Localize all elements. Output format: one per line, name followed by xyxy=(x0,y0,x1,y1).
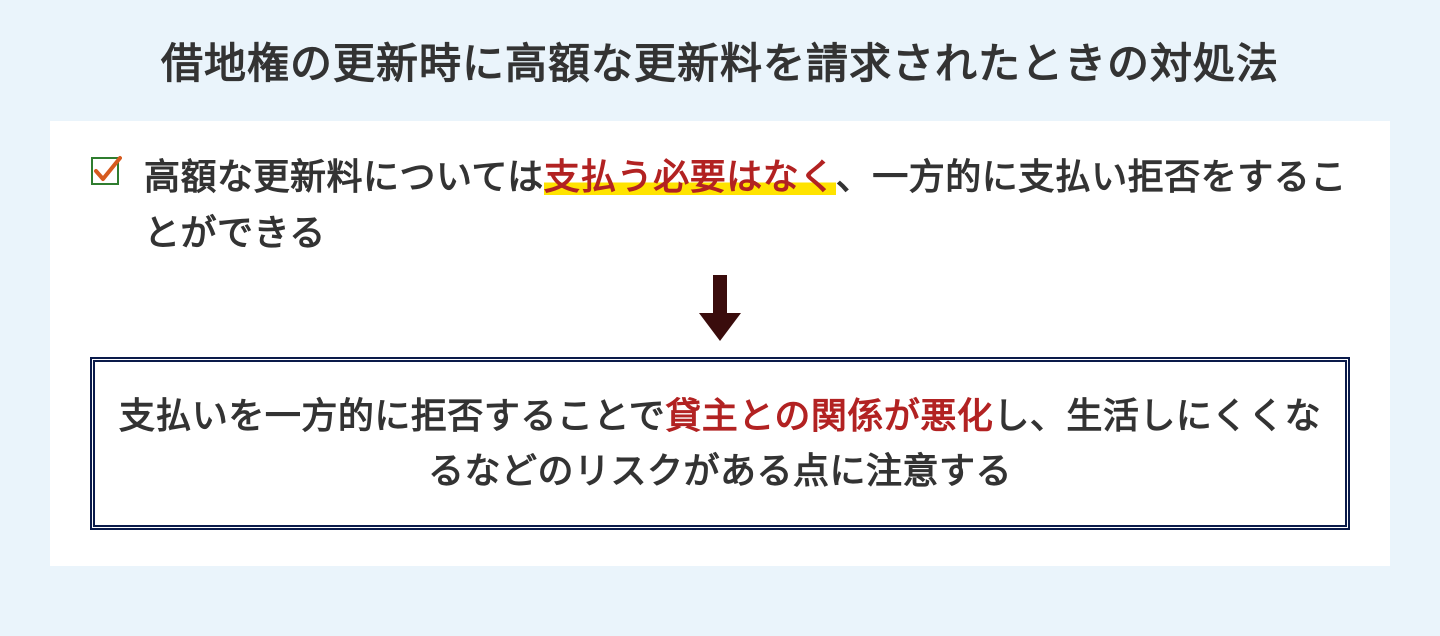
point-text: 高額な更新料については支払う必要はなく、一方的に支払い拒否をすることができる xyxy=(144,149,1350,261)
warning-red1: 貸主との関係が悪化 xyxy=(665,395,993,436)
arrow-down-icon xyxy=(697,273,743,343)
warning-box: 支払いを一方的に拒否することで貸主との関係が悪化し、生活しにくくなるなどのリスク… xyxy=(90,357,1350,531)
content-box: 高額な更新料については支払う必要はなく、一方的に支払い拒否をすることができる 支… xyxy=(50,121,1390,566)
point-highlight: 支払う必要はなく xyxy=(544,156,836,197)
point-part1: 高額な更新料については xyxy=(144,156,544,197)
arrow-wrap xyxy=(90,273,1350,343)
check-icon xyxy=(90,155,122,187)
page-title: 借地権の更新時に高額な更新料を請求されたときの対処法 xyxy=(50,30,1390,91)
point-row: 高額な更新料については支払う必要はなく、一方的に支払い拒否をすることができる xyxy=(90,149,1350,261)
warning-part1: 支払いを一方的に拒否することで xyxy=(119,395,665,436)
warning-text: 支払いを一方的に拒否することで貸主との関係が悪化し、生活しにくくなるなどのリスク… xyxy=(115,388,1325,500)
